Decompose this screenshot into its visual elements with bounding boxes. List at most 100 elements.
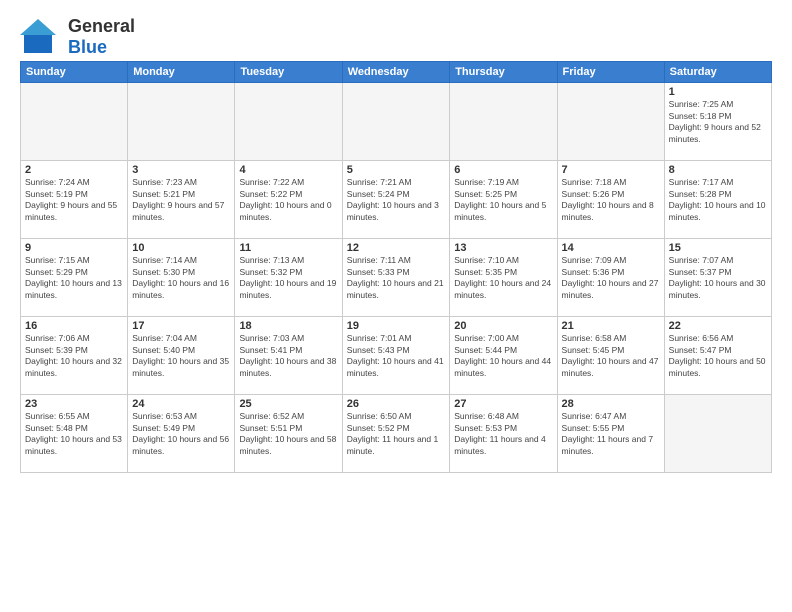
day-number: 17: [132, 320, 230, 332]
calendar-cell: 3Sunrise: 7:23 AM Sunset: 5:21 PM Daylig…: [128, 161, 235, 239]
day-number: 8: [669, 164, 767, 176]
calendar-cell: 10Sunrise: 7:14 AM Sunset: 5:30 PM Dayli…: [128, 239, 235, 317]
calendar-header-row: SundayMondayTuesdayWednesdayThursdayFrid…: [21, 62, 772, 83]
day-number: 1: [669, 86, 767, 98]
day-info: Sunrise: 7:24 AM Sunset: 5:19 PM Dayligh…: [25, 177, 123, 223]
logo-general: General: [68, 16, 135, 37]
calendar-cell: 2Sunrise: 7:24 AM Sunset: 5:19 PM Daylig…: [21, 161, 128, 239]
day-info: Sunrise: 6:47 AM Sunset: 5:55 PM Dayligh…: [562, 411, 660, 457]
day-number: 28: [562, 398, 660, 410]
calendar-cell: 9Sunrise: 7:15 AM Sunset: 5:29 PM Daylig…: [21, 239, 128, 317]
day-number: 12: [347, 242, 446, 254]
day-number: 21: [562, 320, 660, 332]
calendar-cell: 23Sunrise: 6:55 AM Sunset: 5:48 PM Dayli…: [21, 395, 128, 473]
calendar-cell: [21, 83, 128, 161]
day-info: Sunrise: 7:10 AM Sunset: 5:35 PM Dayligh…: [454, 255, 552, 301]
calendar-cell: 25Sunrise: 6:52 AM Sunset: 5:51 PM Dayli…: [235, 395, 342, 473]
calendar-cell: 17Sunrise: 7:04 AM Sunset: 5:40 PM Dayli…: [128, 317, 235, 395]
calendar-cell: [664, 395, 771, 473]
day-info: Sunrise: 7:14 AM Sunset: 5:30 PM Dayligh…: [132, 255, 230, 301]
calendar-week-5: 23Sunrise: 6:55 AM Sunset: 5:48 PM Dayli…: [21, 395, 772, 473]
calendar-cell: 13Sunrise: 7:10 AM Sunset: 5:35 PM Dayli…: [450, 239, 557, 317]
day-number: 2: [25, 164, 123, 176]
day-number: 5: [347, 164, 446, 176]
calendar-cell: [557, 83, 664, 161]
calendar-cell: 16Sunrise: 7:06 AM Sunset: 5:39 PM Dayli…: [21, 317, 128, 395]
calendar-cell: 18Sunrise: 7:03 AM Sunset: 5:41 PM Dayli…: [235, 317, 342, 395]
weekday-header-friday: Friday: [557, 62, 664, 83]
logo: GeneralBlue: [20, 16, 135, 57]
day-info: Sunrise: 6:52 AM Sunset: 5:51 PM Dayligh…: [239, 411, 337, 457]
day-info: Sunrise: 7:17 AM Sunset: 5:28 PM Dayligh…: [669, 177, 767, 223]
day-number: 25: [239, 398, 337, 410]
day-number: 19: [347, 320, 446, 332]
day-number: 7: [562, 164, 660, 176]
weekday-header-monday: Monday: [128, 62, 235, 83]
day-number: 24: [132, 398, 230, 410]
calendar-cell: 24Sunrise: 6:53 AM Sunset: 5:49 PM Dayli…: [128, 395, 235, 473]
calendar-cell: 21Sunrise: 6:58 AM Sunset: 5:45 PM Dayli…: [557, 317, 664, 395]
weekday-header-wednesday: Wednesday: [342, 62, 450, 83]
day-info: Sunrise: 7:19 AM Sunset: 5:25 PM Dayligh…: [454, 177, 552, 223]
day-number: 9: [25, 242, 123, 254]
day-number: 16: [25, 320, 123, 332]
calendar-week-1: 1Sunrise: 7:25 AM Sunset: 5:18 PM Daylig…: [21, 83, 772, 161]
calendar-cell: 14Sunrise: 7:09 AM Sunset: 5:36 PM Dayli…: [557, 239, 664, 317]
calendar-cell: 28Sunrise: 6:47 AM Sunset: 5:55 PM Dayli…: [557, 395, 664, 473]
calendar-cell: 26Sunrise: 6:50 AM Sunset: 5:52 PM Dayli…: [342, 395, 450, 473]
day-info: Sunrise: 7:13 AM Sunset: 5:32 PM Dayligh…: [239, 255, 337, 301]
calendar-cell: 15Sunrise: 7:07 AM Sunset: 5:37 PM Dayli…: [664, 239, 771, 317]
day-info: Sunrise: 7:22 AM Sunset: 5:22 PM Dayligh…: [239, 177, 337, 223]
day-number: 11: [239, 242, 337, 254]
day-number: 6: [454, 164, 552, 176]
calendar-cell: [342, 83, 450, 161]
calendar-cell: 5Sunrise: 7:21 AM Sunset: 5:24 PM Daylig…: [342, 161, 450, 239]
calendar-week-4: 16Sunrise: 7:06 AM Sunset: 5:39 PM Dayli…: [21, 317, 772, 395]
calendar-cell: 1Sunrise: 7:25 AM Sunset: 5:18 PM Daylig…: [664, 83, 771, 161]
day-number: 13: [454, 242, 552, 254]
header: GeneralBlue: [20, 16, 772, 57]
weekday-header-saturday: Saturday: [664, 62, 771, 83]
day-number: 26: [347, 398, 446, 410]
weekday-header-sunday: Sunday: [21, 62, 128, 83]
calendar-cell: [128, 83, 235, 161]
day-info: Sunrise: 7:18 AM Sunset: 5:26 PM Dayligh…: [562, 177, 660, 223]
calendar-week-2: 2Sunrise: 7:24 AM Sunset: 5:19 PM Daylig…: [21, 161, 772, 239]
logo-blue: Blue: [68, 37, 135, 58]
day-info: Sunrise: 7:04 AM Sunset: 5:40 PM Dayligh…: [132, 333, 230, 379]
day-number: 3: [132, 164, 230, 176]
calendar-cell: 8Sunrise: 7:17 AM Sunset: 5:28 PM Daylig…: [664, 161, 771, 239]
calendar-cell: 6Sunrise: 7:19 AM Sunset: 5:25 PM Daylig…: [450, 161, 557, 239]
day-info: Sunrise: 7:15 AM Sunset: 5:29 PM Dayligh…: [25, 255, 123, 301]
day-info: Sunrise: 7:01 AM Sunset: 5:43 PM Dayligh…: [347, 333, 446, 379]
calendar-cell: 11Sunrise: 7:13 AM Sunset: 5:32 PM Dayli…: [235, 239, 342, 317]
calendar-cell: 7Sunrise: 7:18 AM Sunset: 5:26 PM Daylig…: [557, 161, 664, 239]
day-info: Sunrise: 6:50 AM Sunset: 5:52 PM Dayligh…: [347, 411, 446, 457]
calendar-cell: 20Sunrise: 7:00 AM Sunset: 5:44 PM Dayli…: [450, 317, 557, 395]
day-number: 23: [25, 398, 123, 410]
weekday-header-tuesday: Tuesday: [235, 62, 342, 83]
day-info: Sunrise: 7:23 AM Sunset: 5:21 PM Dayligh…: [132, 177, 230, 223]
calendar-cell: [450, 83, 557, 161]
day-number: 22: [669, 320, 767, 332]
calendar-table: SundayMondayTuesdayWednesdayThursdayFrid…: [20, 61, 772, 473]
page: GeneralBlue SundayMondayTuesdayWednesday…: [0, 0, 792, 612]
day-info: Sunrise: 6:48 AM Sunset: 5:53 PM Dayligh…: [454, 411, 552, 457]
day-info: Sunrise: 6:53 AM Sunset: 5:49 PM Dayligh…: [132, 411, 230, 457]
day-info: Sunrise: 7:11 AM Sunset: 5:33 PM Dayligh…: [347, 255, 446, 301]
day-info: Sunrise: 6:56 AM Sunset: 5:47 PM Dayligh…: [669, 333, 767, 379]
day-info: Sunrise: 6:58 AM Sunset: 5:45 PM Dayligh…: [562, 333, 660, 379]
day-number: 20: [454, 320, 552, 332]
day-info: Sunrise: 7:07 AM Sunset: 5:37 PM Dayligh…: [669, 255, 767, 301]
calendar-cell: 19Sunrise: 7:01 AM Sunset: 5:43 PM Dayli…: [342, 317, 450, 395]
logo-icon: [20, 17, 64, 57]
calendar-week-3: 9Sunrise: 7:15 AM Sunset: 5:29 PM Daylig…: [21, 239, 772, 317]
day-info: Sunrise: 7:00 AM Sunset: 5:44 PM Dayligh…: [454, 333, 552, 379]
calendar-cell: 22Sunrise: 6:56 AM Sunset: 5:47 PM Dayli…: [664, 317, 771, 395]
day-number: 15: [669, 242, 767, 254]
calendar-cell: [235, 83, 342, 161]
day-info: Sunrise: 7:06 AM Sunset: 5:39 PM Dayligh…: [25, 333, 123, 379]
day-info: Sunrise: 7:21 AM Sunset: 5:24 PM Dayligh…: [347, 177, 446, 223]
calendar-cell: 4Sunrise: 7:22 AM Sunset: 5:22 PM Daylig…: [235, 161, 342, 239]
calendar-cell: 12Sunrise: 7:11 AM Sunset: 5:33 PM Dayli…: [342, 239, 450, 317]
